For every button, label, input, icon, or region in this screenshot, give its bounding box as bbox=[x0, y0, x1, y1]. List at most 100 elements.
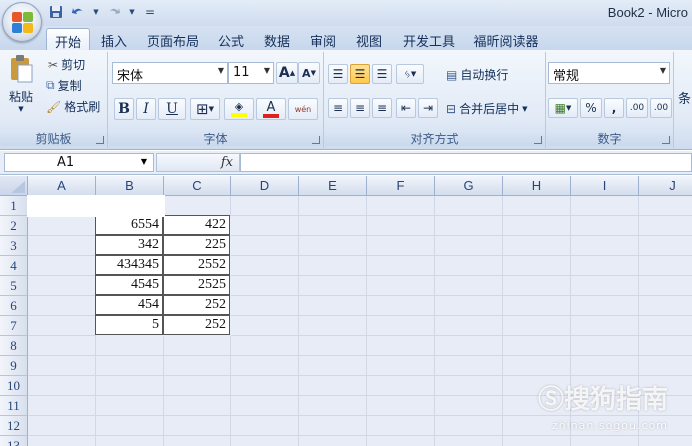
name-box[interactable]: A1 ▼ bbox=[4, 153, 154, 172]
office-button[interactable] bbox=[2, 2, 42, 42]
cell-g10[interactable] bbox=[435, 376, 503, 396]
grow-font-button[interactable]: A ▲ bbox=[276, 62, 298, 84]
align-middle-button[interactable]: ☰ bbox=[350, 64, 370, 84]
cell-g7[interactable] bbox=[435, 316, 503, 336]
cell-c4[interactable]: 2552 bbox=[163, 255, 230, 275]
cell-a13[interactable] bbox=[28, 436, 96, 446]
cell-h2[interactable] bbox=[503, 216, 571, 236]
cell-c6[interactable]: 252 bbox=[163, 295, 230, 315]
cell-b6[interactable]: 454 bbox=[95, 295, 163, 315]
cell-b11[interactable] bbox=[96, 396, 164, 416]
cell-b3[interactable]: 342 bbox=[95, 235, 163, 255]
number-dialog-launcher-icon[interactable] bbox=[662, 136, 670, 144]
decrease-decimal-button[interactable]: .00 bbox=[650, 98, 672, 118]
cell-a11[interactable] bbox=[28, 396, 96, 416]
row-header-9[interactable]: 9 bbox=[0, 356, 28, 376]
cell-g11[interactable] bbox=[435, 396, 503, 416]
cell-j4[interactable] bbox=[639, 256, 692, 276]
row-header-8[interactable]: 8 bbox=[0, 336, 28, 356]
undo-dropdown-icon[interactable]: ▼ bbox=[92, 4, 100, 20]
cell-a12[interactable] bbox=[28, 416, 96, 436]
cell-f9[interactable] bbox=[367, 356, 435, 376]
format-painter-button[interactable]: 🖌 格式刷 bbox=[46, 98, 100, 115]
cell-a2[interactable] bbox=[28, 216, 96, 236]
customize-qat-icon[interactable]: = bbox=[142, 4, 158, 20]
cell-b9[interactable] bbox=[96, 356, 164, 376]
save-icon[interactable] bbox=[48, 4, 64, 20]
tab-developer[interactable]: 开发工具 bbox=[398, 28, 460, 50]
cell-f1[interactable] bbox=[367, 196, 435, 216]
cell-e1[interactable] bbox=[299, 196, 367, 216]
cell-e6[interactable] bbox=[299, 296, 367, 316]
cut-button[interactable]: ✂ 剪切 bbox=[48, 56, 85, 73]
cell-a5[interactable] bbox=[28, 276, 96, 296]
cell-f4[interactable] bbox=[367, 256, 435, 276]
row-header-1[interactable]: 1 bbox=[0, 196, 28, 216]
orientation-button[interactable]: ᛃ ▼ bbox=[396, 64, 424, 84]
cell-h9[interactable] bbox=[503, 356, 571, 376]
paste-button[interactable]: 粘贴 ▼ bbox=[4, 54, 38, 120]
tab-review[interactable]: 审阅 bbox=[304, 28, 342, 50]
cell-i3[interactable] bbox=[571, 236, 639, 256]
cell-j1[interactable] bbox=[639, 196, 692, 216]
redo-icon[interactable] bbox=[106, 4, 122, 20]
clipboard-dialog-launcher-icon[interactable] bbox=[96, 136, 104, 144]
cell-c8[interactable] bbox=[164, 336, 231, 356]
fill-color-button[interactable]: ◈ bbox=[224, 98, 254, 120]
tab-view[interactable]: 视图 bbox=[350, 28, 388, 50]
cell-f3[interactable] bbox=[367, 236, 435, 256]
cell-j13[interactable] bbox=[639, 436, 692, 446]
cell-i8[interactable] bbox=[571, 336, 639, 356]
cell-c13[interactable] bbox=[164, 436, 231, 446]
cell-h8[interactable] bbox=[503, 336, 571, 356]
percent-button[interactable]: % bbox=[580, 98, 602, 118]
cell-i7[interactable] bbox=[571, 316, 639, 336]
cell-h1[interactable] bbox=[503, 196, 571, 216]
cell-b10[interactable] bbox=[96, 376, 164, 396]
column-header-j[interactable]: J bbox=[639, 176, 692, 196]
cell-d2[interactable] bbox=[231, 216, 299, 236]
cell-c1[interactable] bbox=[164, 196, 231, 216]
font-color-button[interactable]: A bbox=[256, 98, 286, 120]
cell-b2[interactable]: 6554 bbox=[95, 215, 163, 235]
column-header-b[interactable]: B bbox=[96, 176, 164, 196]
cell-d10[interactable] bbox=[231, 376, 299, 396]
cell-f12[interactable] bbox=[367, 416, 435, 436]
cell-c9[interactable] bbox=[164, 356, 231, 376]
align-center-button[interactable]: ≡ bbox=[350, 98, 370, 118]
wrap-text-button[interactable]: ▤ 自动换行 bbox=[446, 66, 508, 83]
cell-d9[interactable] bbox=[231, 356, 299, 376]
cell-f2[interactable] bbox=[367, 216, 435, 236]
row-header-5[interactable]: 5 bbox=[0, 276, 28, 296]
cell-i5[interactable] bbox=[571, 276, 639, 296]
cell-i4[interactable] bbox=[571, 256, 639, 276]
tab-insert[interactable]: 插入 bbox=[96, 28, 132, 50]
cell-b5[interactable]: 4545 bbox=[95, 275, 163, 295]
row-header-13[interactable]: 13 bbox=[0, 436, 28, 446]
align-right-button[interactable]: ≡ bbox=[372, 98, 392, 118]
column-header-d[interactable]: D bbox=[231, 176, 299, 196]
cell-h4[interactable] bbox=[503, 256, 571, 276]
copy-button[interactable]: ⧉ 复制 bbox=[46, 77, 82, 94]
cell-j5[interactable] bbox=[639, 276, 692, 296]
cell-c3[interactable]: 225 bbox=[163, 235, 230, 255]
cell-a10[interactable] bbox=[28, 376, 96, 396]
cell-b8[interactable] bbox=[96, 336, 164, 356]
cell-g4[interactable] bbox=[435, 256, 503, 276]
align-bottom-button[interactable]: ☰ bbox=[372, 64, 392, 84]
cell-e11[interactable] bbox=[299, 396, 367, 416]
cell-e8[interactable] bbox=[299, 336, 367, 356]
cell-c7[interactable]: 252 bbox=[163, 315, 230, 335]
phonetic-guide-button[interactable]: wén bbox=[288, 98, 318, 120]
cell-d7[interactable] bbox=[231, 316, 299, 336]
column-header-a[interactable]: A bbox=[28, 176, 96, 196]
cell-f8[interactable] bbox=[367, 336, 435, 356]
cell-i1[interactable] bbox=[571, 196, 639, 216]
font-dialog-launcher-icon[interactable] bbox=[312, 136, 320, 144]
cell-b4[interactable]: 434345 bbox=[95, 255, 163, 275]
italic-button[interactable]: I bbox=[136, 98, 156, 120]
cell-i13[interactable] bbox=[571, 436, 639, 446]
conditional-format-button[interactable]: 条 bbox=[678, 88, 691, 107]
cell-d8[interactable] bbox=[231, 336, 299, 356]
cell-f13[interactable] bbox=[367, 436, 435, 446]
